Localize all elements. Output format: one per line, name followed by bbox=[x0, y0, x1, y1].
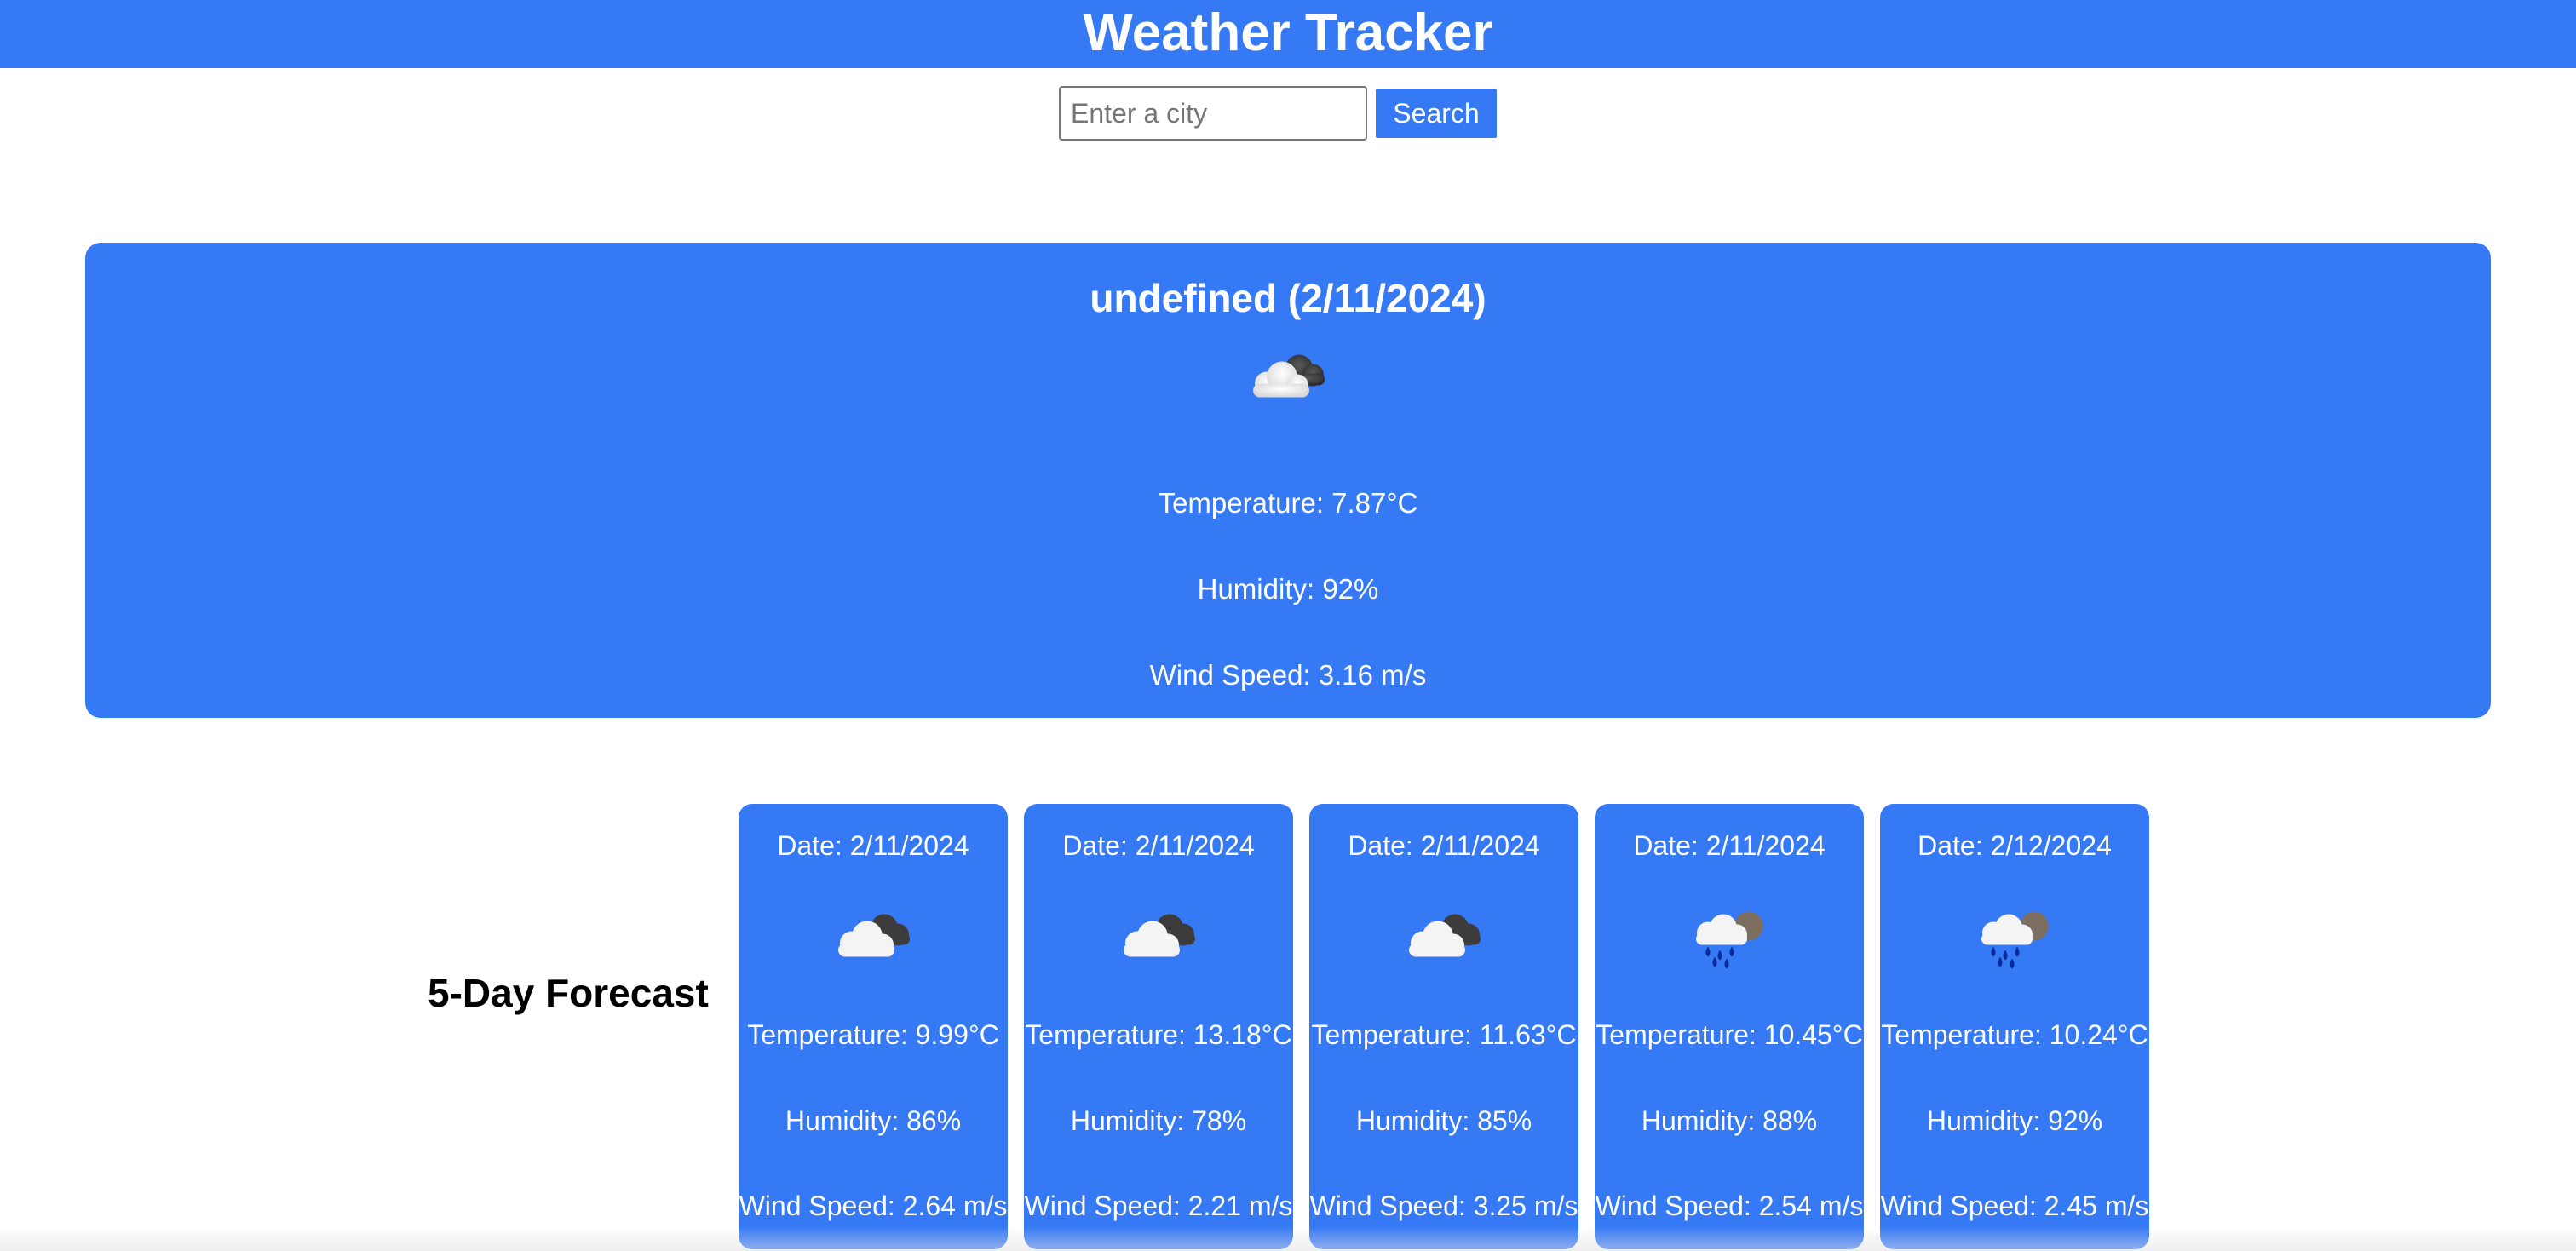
search-bar: Search bbox=[0, 85, 2576, 141]
city-search-input[interactable] bbox=[1059, 86, 1367, 141]
current-weather-card: undefined (2/11/2024) Temperature: 7.87°… bbox=[85, 243, 2491, 718]
forecast-date: Date: 2/11/2024 bbox=[1062, 830, 1255, 861]
current-wind-speed: Wind Speed: 3.16 m/s bbox=[1149, 659, 1427, 691]
forecast-heading: 5-Day Forecast bbox=[428, 971, 709, 1015]
forecast-humidity: Humidity: 92% bbox=[1926, 1105, 2103, 1136]
app-header: Weather Tracker bbox=[0, 0, 2576, 68]
forecast-temperature: Temperature: 9.99°C bbox=[747, 1019, 999, 1050]
forecast-wind-speed: Wind Speed: 2.54 m/s bbox=[1595, 1191, 1864, 1221]
forecast-humidity: Humidity: 88% bbox=[1641, 1105, 1818, 1136]
cloudy-icon bbox=[826, 903, 920, 975]
forecast-date: Date: 2/11/2024 bbox=[1348, 830, 1540, 861]
current-humidity: Humidity: 92% bbox=[1197, 573, 1379, 605]
page-title: Weather Tracker bbox=[1083, 3, 1493, 62]
forecast-card: Date: 2/11/2024 Temperature: 9.99°C Humi… bbox=[739, 804, 1008, 1249]
forecast-date: Date: 2/11/2024 bbox=[1633, 830, 1826, 861]
forecast-temperature: Temperature: 10.24°C bbox=[1881, 1019, 2148, 1050]
forecast-card: Date: 2/11/2024 Temperature: 11.63°C Hum… bbox=[1309, 804, 1578, 1249]
forecast-humidity: Humidity: 78% bbox=[1070, 1105, 1247, 1136]
rain-icon bbox=[1968, 903, 2061, 975]
forecast-card: Date: 2/11/2024 Temperature: 10.45°C Hum… bbox=[1595, 804, 1864, 1249]
forecast-temperature: Temperature: 10.45°C bbox=[1596, 1019, 1863, 1050]
forecast-card: Date: 2/12/2024 Temperature: 10.24°C Hum… bbox=[1880, 804, 2149, 1249]
forecast-temperature: Temperature: 13.18°C bbox=[1025, 1019, 1292, 1050]
rain-icon bbox=[1682, 903, 1776, 975]
search-button[interactable]: Search bbox=[1376, 89, 1497, 138]
cloudy-icon bbox=[1112, 903, 1205, 975]
forecast-date: Date: 2/12/2024 bbox=[1918, 830, 2112, 861]
forecast-date: Date: 2/11/2024 bbox=[777, 830, 969, 861]
current-city-date: undefined (2/11/2024) bbox=[1090, 276, 1486, 320]
forecast-temperature: Temperature: 11.63°C bbox=[1311, 1019, 1577, 1050]
forecast-wind-speed: Wind Speed: 2.64 m/s bbox=[739, 1191, 1008, 1221]
forecast-card: Date: 2/11/2024 Temperature: 13.18°C Hum… bbox=[1024, 804, 1293, 1249]
forecast-humidity: Humidity: 85% bbox=[1355, 1105, 1532, 1136]
cloudy-icon bbox=[1397, 903, 1491, 975]
cloudy-icon bbox=[1241, 343, 1335, 416]
forecast-wind-speed: Wind Speed: 2.45 m/s bbox=[1880, 1191, 2149, 1221]
current-temperature: Temperature: 7.87°C bbox=[1158, 487, 1418, 519]
forecast-wind-speed: Wind Speed: 2.21 m/s bbox=[1024, 1191, 1293, 1221]
forecast-humidity: Humidity: 86% bbox=[785, 1105, 962, 1136]
forecast-wind-speed: Wind Speed: 3.25 m/s bbox=[1309, 1191, 1578, 1221]
